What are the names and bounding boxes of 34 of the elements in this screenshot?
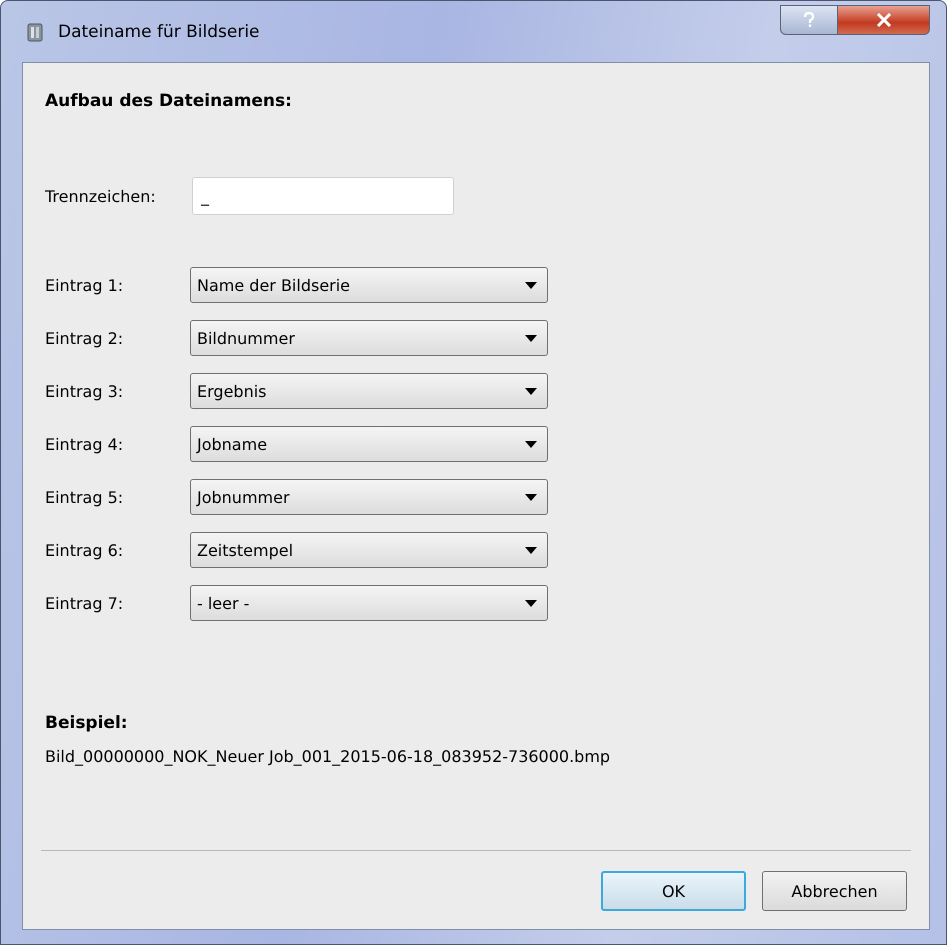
- window-title: Dateiname für Bildserie: [58, 22, 261, 42]
- field-label: Eintrag 7:: [45, 594, 124, 612]
- caret-icon: [525, 282, 537, 288]
- dropdown[interactable]: Jobname: [190, 426, 548, 462]
- field-label: Eintrag 4:: [45, 434, 124, 454]
- dropdown[interactable]: Ergebnis: [190, 373, 548, 409]
- field-label: Eintrag 6:: [45, 540, 124, 560]
- dropdown[interactable]: - leer -: [190, 585, 548, 621]
- section-heading: Aufbau des Dateinamens:: [45, 91, 293, 111]
- caret-icon: [525, 440, 537, 448]
- cancel-button[interactable]: Abbrechen: [762, 871, 907, 911]
- help-icon: [803, 12, 815, 28]
- help-button[interactable]: [780, 5, 838, 35]
- field-label: Trennzeichen:: [45, 186, 157, 206]
- field-label: Eintrag 1:: [45, 276, 124, 294]
- close-icon: [876, 13, 892, 27]
- field-label: Eintrag 3:: [45, 382, 124, 400]
- dropdown[interactable]: Zeitstempel: [190, 532, 548, 568]
- example-filename: Bild_00000000_NOK_Neuer Job_001_2015-06-18_083952-736000.bmp: [45, 747, 612, 766]
- separator-field[interactable]: _: [192, 177, 454, 215]
- close-button[interactable]: [838, 5, 930, 35]
- dropdown[interactable]: Jobnummer: [190, 479, 548, 515]
- field-label: Eintrag 2:: [45, 328, 124, 348]
- ok-button[interactable]: OK: [601, 871, 746, 911]
- example-heading: Beispiel:: [45, 713, 129, 733]
- caret-icon: [525, 494, 537, 500]
- dropdown[interactable]: Name der Bildserie: [190, 267, 548, 303]
- dropdown[interactable]: Bildnummer: [190, 320, 548, 356]
- field-label: Eintrag 5:: [45, 488, 124, 506]
- caret-icon: [525, 546, 537, 554]
- caret-icon: [525, 388, 537, 394]
- app-icon: [26, 20, 44, 42]
- caret-icon: [525, 600, 537, 606]
- caret-icon: [525, 334, 537, 342]
